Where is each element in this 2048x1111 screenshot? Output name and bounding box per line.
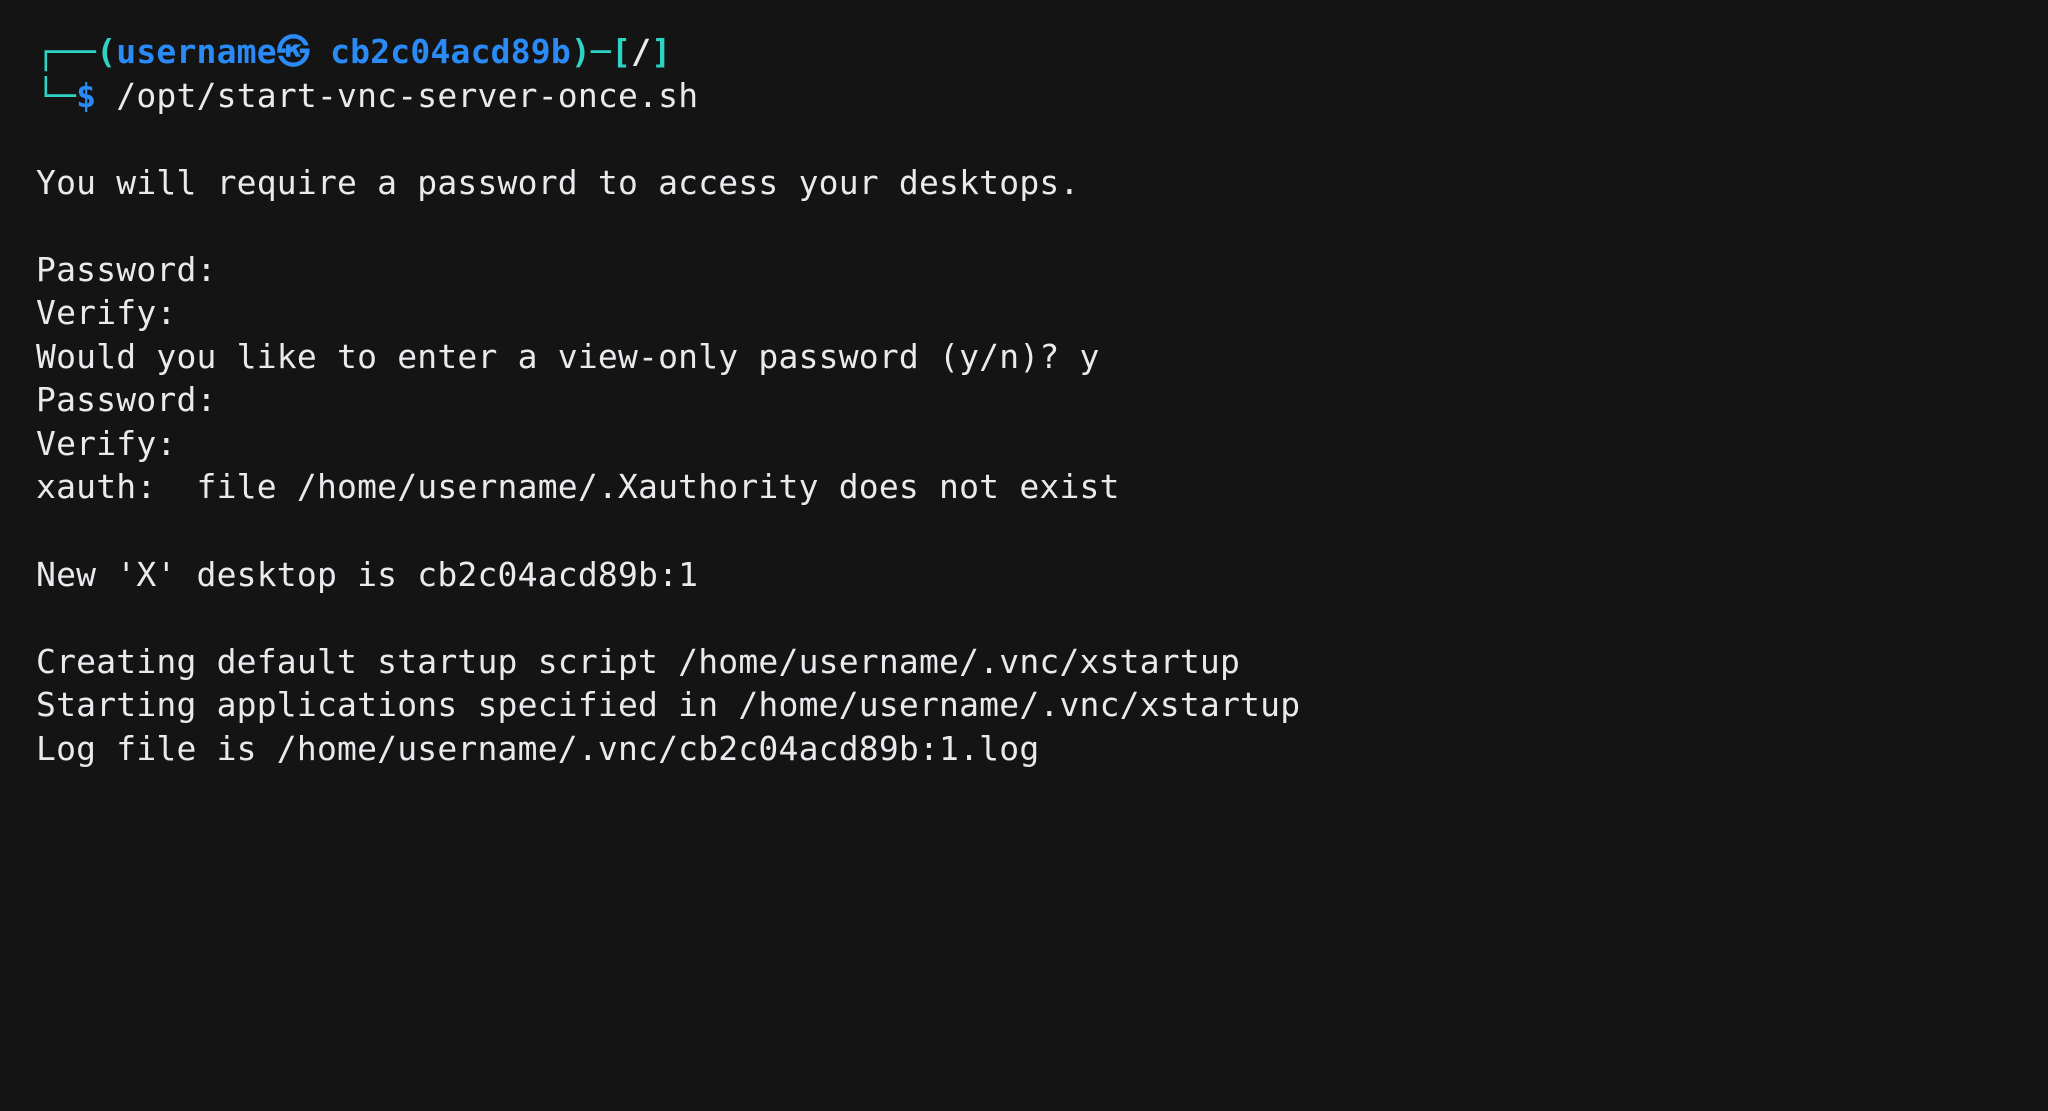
prompt-cwd: / xyxy=(631,32,651,71)
prompt-dash: ─ xyxy=(591,32,611,71)
command-input[interactable]: /opt/start-vnc-server-once.sh xyxy=(116,76,698,115)
output-line: Creating default startup script /home/us… xyxy=(36,642,1240,681)
output-line: Log file is /home/username/.vnc/cb2c04ac… xyxy=(36,729,1039,768)
output-line: Would you like to enter a view-only pass… xyxy=(36,337,1100,376)
output-line: Password: xyxy=(36,250,217,289)
prompt-corner-tl: ┌── xyxy=(36,32,96,71)
output-line: Verify: xyxy=(36,424,176,463)
prompt-hostname: cb2c04acd89b xyxy=(330,32,571,71)
prompt-dollar: $ xyxy=(76,76,96,115)
prompt-line-1: ┌──(username㉿ cb2c04acd89b)─[/] xyxy=(36,30,2012,74)
output-line: xauth: file /home/username/.Xauthority d… xyxy=(36,467,1120,506)
prompt-line-2: └─$ /opt/start-vnc-server-once.sh xyxy=(36,74,2012,118)
terminal-window[interactable]: ┌──(username㉿ cb2c04acd89b)─[/]└─$ /opt/… xyxy=(0,0,2048,800)
output-line: Password: xyxy=(36,380,217,419)
output-line: Verify: xyxy=(36,293,176,332)
output-line: Starting applications specified in /home… xyxy=(36,685,1300,724)
prompt-open-paren: ( xyxy=(96,32,116,71)
prompt-username: username xyxy=(116,32,277,71)
prompt-close-bracket: ] xyxy=(651,32,671,71)
prompt-at-icon: ㉿ xyxy=(277,32,310,71)
prompt-open-bracket: [ xyxy=(611,32,631,71)
output-line: You will require a password to access yo… xyxy=(36,163,1080,202)
prompt-close-paren: ) xyxy=(571,32,591,71)
output-line: New 'X' desktop is cb2c04acd89b:1 xyxy=(36,555,698,594)
prompt-corner-bl: └─ xyxy=(36,76,76,115)
